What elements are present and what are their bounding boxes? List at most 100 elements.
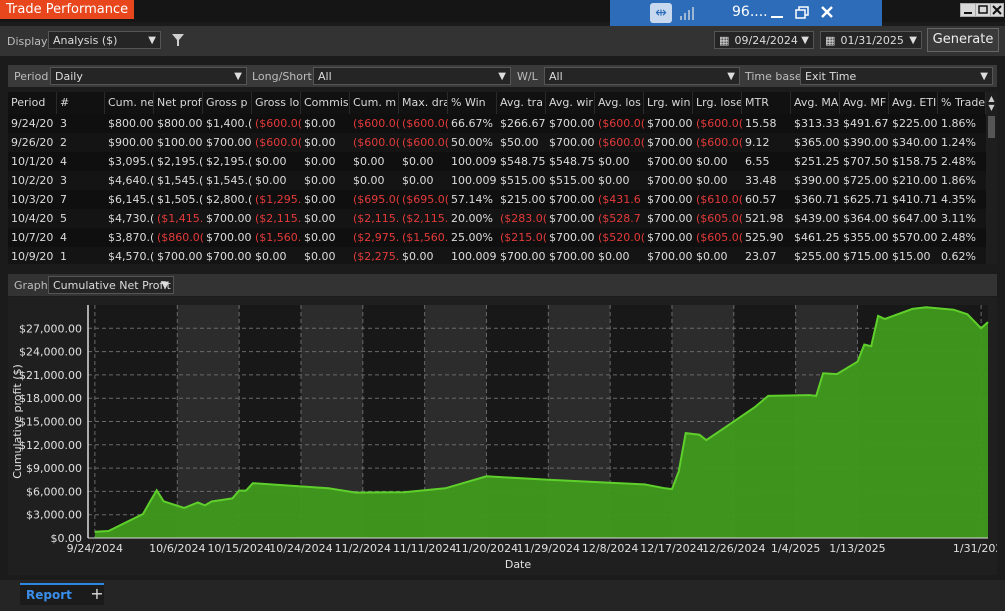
scroll-thumb[interactable]	[988, 116, 995, 138]
table-cell: 1.24%	[941, 136, 976, 149]
graph-type-select[interactable]: Cumulative Net Profit ▼	[48, 276, 174, 294]
column-header[interactable]: Avg. los	[595, 92, 644, 114]
table-row[interactable]: 9/26/20 2 $900.00 $100.00 $700.00 ($600.0($0.…	[8, 133, 986, 152]
column-header[interactable]: Commis	[301, 92, 350, 114]
table-cell: 66.67%	[451, 117, 493, 130]
display-select[interactable]: Analysis ($) ▼	[48, 31, 161, 49]
table-cell: 9.12	[745, 136, 770, 149]
table-cell: $700.00	[549, 193, 595, 206]
minimize-icon[interactable]	[770, 6, 784, 20]
table-cell: ($605.0(	[696, 212, 742, 225]
table-cell: $0.00	[402, 250, 434, 263]
column-header[interactable]: Period	[8, 92, 57, 114]
table-cell: 521.98	[745, 212, 784, 225]
table-cell: 3	[60, 117, 67, 130]
table-cell: 3	[60, 174, 67, 187]
table-cell: $700.00	[647, 117, 693, 130]
table-row[interactable]: 9/24/20 3 $800.00 $800.00 $1,400.(($600.0($0…	[8, 114, 986, 133]
table-cell: ($600.0(	[255, 136, 301, 149]
column-header[interactable]: % Win	[448, 92, 497, 114]
table-cell: 1.86%	[941, 117, 976, 130]
table-row[interactable]: 10/1/20 4 $3,095.($2,195.($2,195.($0.00 $0.…	[8, 152, 986, 171]
column-header[interactable]: Avg. MF	[840, 92, 889, 114]
column-header[interactable]: Lrg. lose	[693, 92, 742, 114]
y-tick-label: $24,000.00	[19, 346, 82, 359]
generate-button[interactable]: Generate	[927, 28, 999, 52]
table-cell: $439.00	[794, 212, 840, 225]
table-cell: 100.009	[451, 250, 497, 263]
wl-value: All	[549, 70, 563, 83]
table-cell: 60.57	[745, 193, 777, 206]
column-header[interactable]: Gross lo	[252, 92, 301, 114]
table-cell: $0.00	[696, 250, 728, 263]
scroll-down-icon[interactable]: ▼	[986, 103, 997, 113]
table-row[interactable]: 10/4/20 5 $4,730.(($1,415. $700.00 ($2,115. $…	[8, 209, 986, 228]
close-icon[interactable]	[820, 5, 834, 19]
add-tab-button[interactable]: +	[88, 585, 106, 605]
column-header[interactable]: Net prof	[154, 92, 203, 114]
table-cell: ($600.0(	[402, 117, 448, 130]
x-tick-label: 10/15/2024	[207, 542, 270, 555]
column-header[interactable]: MTR	[742, 92, 791, 114]
cumulative-profit-chart: $0.00$3,000.00$6,000.00$9,000.00$12,000.…	[11, 305, 1005, 571]
table-cell: $0.00	[304, 117, 336, 130]
longshort-label: Long/Short	[252, 70, 312, 83]
table-row[interactable]: 10/9/20 1 $4,570.($700.00 $700.00 $0.00 $0.00…	[8, 247, 986, 264]
table-cell: ($600.0(	[598, 117, 644, 130]
filter-icon[interactable]	[171, 32, 185, 48]
chevron-down-icon: ▼	[980, 71, 988, 82]
table-cell: ($2,275.	[353, 250, 399, 263]
x-tick-label: 12/26/2024	[702, 542, 765, 555]
column-header[interactable]: Avg. ETI	[889, 92, 938, 114]
table-row[interactable]: 10/2/20 3 $4,640.($1,545.($1,545.($0.00 $0.…	[8, 171, 986, 190]
start-date-picker[interactable]: ▦ 09/24/2024 ▼	[714, 31, 814, 49]
table-row[interactable]: 10/3/20 7 $6,145.($1,505.($2,800.(($1,295.…	[8, 190, 986, 209]
table-cell: $4,730.(	[108, 212, 154, 225]
table-cell: 9/24/20	[11, 117, 54, 130]
table-cell: 57.14%	[451, 193, 493, 206]
column-header[interactable]: Gross p	[203, 92, 252, 114]
column-header[interactable]: Max. dra	[399, 92, 448, 114]
wl-select[interactable]: All ▼	[544, 67, 740, 85]
restore-icon[interactable]	[795, 6, 809, 20]
table-cell: 50.00%	[451, 136, 493, 149]
table-row[interactable]: 10/7/20 4 $3,870.(($860.0($700.00 ($1,560. $…	[8, 228, 986, 247]
table-cell: 1	[60, 250, 67, 263]
column-header[interactable]: Avg. tra	[497, 92, 546, 114]
column-header[interactable]: #	[57, 92, 105, 114]
table-cell: $647.00	[892, 212, 938, 225]
window-minimize-icon[interactable]	[960, 3, 976, 17]
column-header[interactable]: % Trade	[938, 92, 986, 114]
end-date-picker[interactable]: ▦ 01/31/2025 ▼	[820, 31, 922, 49]
table-cell: $266.67	[500, 117, 546, 130]
column-header[interactable]: Cum. m	[350, 92, 399, 114]
window-close-icon[interactable]	[990, 3, 1004, 17]
table-scrollbar[interactable]: ▲ ▼	[986, 92, 997, 264]
timebase-select[interactable]: Exit Time ▼	[800, 67, 993, 85]
table-cell: $700.00	[206, 136, 252, 149]
table-cell: $700.00	[647, 155, 693, 168]
table-cell: $6,145.(	[108, 193, 154, 206]
longshort-select[interactable]: All ▼	[313, 67, 511, 85]
pin-icon[interactable]: ⇹	[650, 3, 672, 23]
performance-table: Period # Cum. ne Net prof Gross p Gross lo Com…	[8, 92, 997, 264]
table-cell: 10/1/20	[11, 155, 54, 168]
window-maximize-icon[interactable]	[975, 3, 991, 17]
table-cell: $491.67	[843, 117, 889, 130]
table-cell: 4	[60, 231, 67, 244]
table-cell: 15.58	[745, 117, 777, 130]
chevron-down-icon: ▼	[161, 280, 169, 291]
period-select[interactable]: Daily ▼	[50, 67, 247, 85]
column-header[interactable]: Lrg. win	[644, 92, 693, 114]
table-cell: ($2,115.	[353, 212, 399, 225]
table-cell: $515.00	[549, 174, 595, 187]
x-tick-label: 12/8/2024	[582, 542, 638, 555]
table-cell: $313.33	[794, 117, 840, 130]
table-cell: ($520.0(	[598, 231, 644, 244]
column-header[interactable]: Avg. MA	[791, 92, 840, 114]
column-header[interactable]: Avg. wir	[546, 92, 595, 114]
table-cell: $700.00	[549, 136, 595, 149]
y-tick-label: $27,000.00	[19, 322, 82, 335]
table-cell: ($283.0(	[500, 212, 546, 225]
column-header[interactable]: Cum. ne	[105, 92, 154, 114]
